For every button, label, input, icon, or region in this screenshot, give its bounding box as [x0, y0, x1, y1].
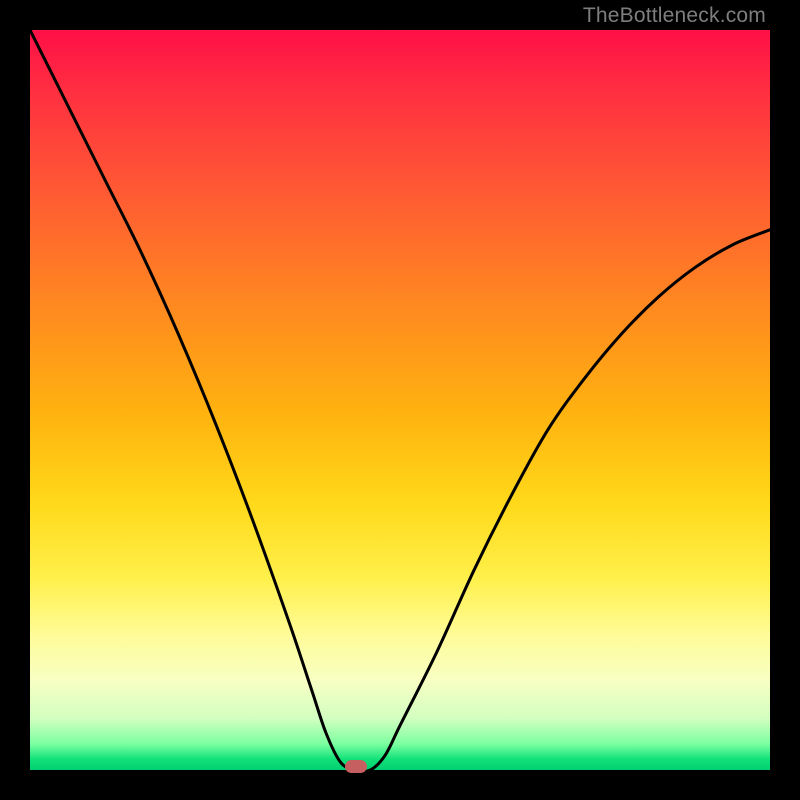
chart-frame: TheBottleneck.com [0, 0, 800, 800]
bottleneck-curve [30, 30, 770, 770]
optimal-marker [345, 760, 367, 773]
plot-area [30, 30, 770, 770]
watermark-text: TheBottleneck.com [583, 4, 766, 28]
